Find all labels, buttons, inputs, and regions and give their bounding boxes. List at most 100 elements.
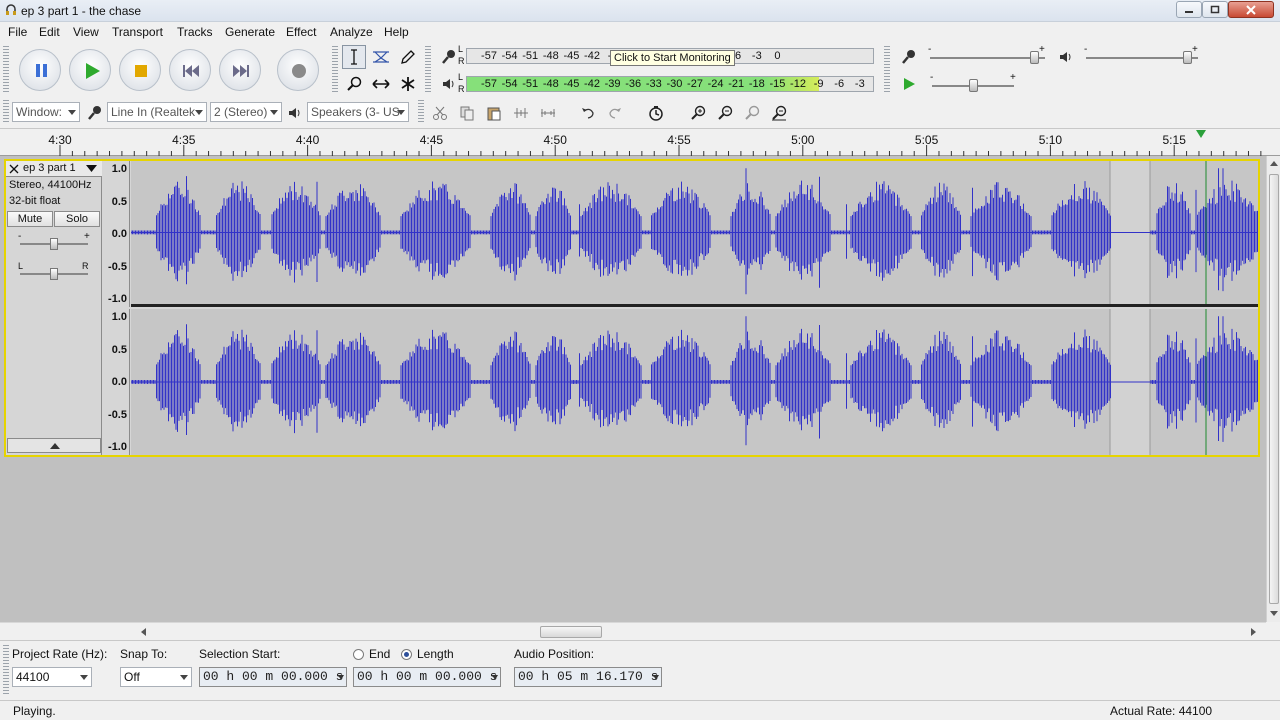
- menu-file[interactable]: File: [8, 25, 27, 39]
- scroll-down-icon[interactable]: [1270, 611, 1278, 617]
- play-button[interactable]: [69, 49, 111, 91]
- envelope-tool[interactable]: [369, 45, 393, 69]
- timeshift-tool[interactable]: [369, 72, 393, 96]
- timeline-ruler[interactable]: 4:30 4:35 4:40 4:45 4:50 4:55 5:00 5:05 5:10 5:15: [0, 128, 1280, 156]
- selection-start-field[interactable]: 00 h 00 m 00.000 s: [199, 667, 347, 687]
- skip-to-end-button[interactable]: [219, 49, 261, 91]
- selection-toolbar: Project Rate (Hz): 44100 Snap To: Off Se…: [0, 640, 1280, 700]
- toolbar-grip[interactable]: [332, 46, 338, 94]
- pause-button[interactable]: [19, 49, 61, 91]
- solo-button[interactable]: Solo: [54, 211, 100, 227]
- copy-button[interactable]: [455, 101, 479, 125]
- menu-edit[interactable]: Edit: [39, 25, 60, 39]
- selection-start-label: Selection Start:: [199, 647, 281, 661]
- input-volume-icon-button: [897, 45, 921, 69]
- meter-tick-label: -18: [748, 78, 765, 90]
- track-control-panel[interactable]: ep 3 part 1 Stereo, 44100Hz 32-bit float…: [6, 161, 102, 455]
- menu-view[interactable]: View: [73, 25, 99, 39]
- maximize-button[interactable]: [1202, 1, 1228, 18]
- selection-tool[interactable]: [342, 45, 366, 69]
- selection-start-value[interactable]: 00 h 00 m 00.000 s: [203, 669, 343, 684]
- horizontal-scroll-thumb[interactable]: [540, 626, 602, 638]
- play-at-speed-icon: [904, 78, 915, 90]
- toolbar-grip[interactable]: [425, 46, 431, 94]
- pan-slider-thumb[interactable]: [50, 268, 58, 280]
- selection-length-field[interactable]: 00 h 00 m 00.000 s: [353, 667, 501, 687]
- snap-to-select[interactable]: Off: [120, 667, 192, 687]
- close-icon[interactable]: [9, 164, 19, 174]
- audio-position-value[interactable]: 00 h 05 m 16.170 s: [518, 669, 658, 684]
- zoom-out-button[interactable]: [713, 101, 737, 125]
- input-device-select[interactable]: Line In (Realtek: [107, 102, 207, 122]
- menu-generate[interactable]: Generate: [225, 25, 275, 39]
- skip-to-start-button[interactable]: [169, 49, 211, 91]
- toolbar-grip[interactable]: [3, 645, 9, 695]
- close-button[interactable]: [1228, 1, 1274, 18]
- scroll-left-icon[interactable]: [140, 628, 146, 636]
- silence-button[interactable]: [536, 101, 560, 125]
- track-panel[interactable]: ep 3 part 1 Stereo, 44100Hz 32-bit float…: [0, 156, 1266, 622]
- project-rate-value[interactable]: 44100: [16, 670, 49, 684]
- end-radio[interactable]: [353, 649, 364, 660]
- scroll-up-icon[interactable]: [1270, 160, 1278, 166]
- fit-selection-button[interactable]: [740, 101, 764, 125]
- stop-button[interactable]: [119, 49, 161, 91]
- gain-slider-thumb[interactable]: [50, 238, 58, 250]
- cut-button[interactable]: [428, 101, 452, 125]
- waveform-left-channel[interactable]: [131, 161, 1258, 304]
- output-volume-thumb[interactable]: [1182, 51, 1192, 64]
- end-label[interactable]: End: [369, 647, 390, 661]
- input-channels-select[interactable]: 2 (Stereo): [210, 102, 282, 122]
- multi-tool[interactable]: [396, 72, 420, 96]
- undo-button[interactable]: [576, 101, 600, 125]
- toolbar-grip[interactable]: [884, 46, 890, 94]
- output-volume-slider[interactable]: [1086, 57, 1198, 59]
- playback-meter[interactable]: -57 -54 -51 -48 -45 -42 -39 -36 -33 -30 -27 -24 -21-…: [466, 76, 874, 92]
- track-name-bar[interactable]: ep 3 part 1: [6, 161, 102, 177]
- scroll-right-icon[interactable]: [1251, 628, 1257, 636]
- waveform-right-channel[interactable]: [131, 309, 1258, 455]
- trim-icon: [514, 108, 528, 118]
- redo-button[interactable]: [603, 101, 627, 125]
- close-icon: [1246, 4, 1256, 15]
- project-rate-select[interactable]: 44100: [12, 667, 92, 687]
- toolbar-grip[interactable]: [3, 100, 9, 124]
- input-volume-slider[interactable]: [930, 57, 1045, 59]
- record-button[interactable]: [277, 49, 319, 91]
- amplitude-tick-label: -1.0: [108, 441, 127, 453]
- audio-track[interactable]: ep 3 part 1 Stereo, 44100Hz 32-bit float…: [4, 159, 1260, 457]
- minimize-button[interactable]: [1176, 1, 1202, 18]
- length-label[interactable]: Length: [417, 647, 454, 661]
- gain-max-label: +: [84, 231, 90, 242]
- audio-position-field[interactable]: 00 h 05 m 16.170 s: [514, 667, 662, 687]
- length-radio[interactable]: [401, 649, 412, 660]
- play-speed-thumb[interactable]: [969, 79, 978, 92]
- collapse-track-button[interactable]: [7, 438, 101, 453]
- trim-button[interactable]: [509, 101, 533, 125]
- toolbar-grip[interactable]: [3, 46, 9, 94]
- menu-effect[interactable]: Effect: [286, 25, 316, 39]
- chevron-down-icon[interactable]: [86, 165, 97, 173]
- vertical-scrollbar[interactable]: [1266, 156, 1280, 622]
- sync-lock-button[interactable]: [644, 101, 668, 125]
- paste-button[interactable]: [482, 101, 506, 125]
- output-device-select[interactable]: Speakers (3- US: [307, 102, 409, 122]
- horizontal-scrollbar[interactable]: [0, 622, 1266, 640]
- fit-project-button[interactable]: [767, 101, 791, 125]
- timeshift-tool-icon: [372, 79, 390, 89]
- menu-analyze[interactable]: Analyze: [330, 25, 373, 39]
- menu-transport[interactable]: Transport: [112, 25, 163, 39]
- audio-host-select[interactable]: Window:: [12, 102, 80, 122]
- toolbar-grip[interactable]: [418, 100, 424, 124]
- track-name[interactable]: ep 3 part 1: [23, 161, 76, 176]
- draw-tool[interactable]: [396, 45, 420, 69]
- selection-length-value[interactable]: 00 h 00 m 00.000 s: [357, 669, 497, 684]
- play-at-speed-button[interactable]: [897, 72, 921, 96]
- input-volume-thumb[interactable]: [1029, 51, 1039, 64]
- menu-tracks[interactable]: Tracks: [177, 25, 213, 39]
- zoom-in-button[interactable]: [686, 101, 710, 125]
- zoom-tool[interactable]: [342, 72, 366, 96]
- mute-button[interactable]: Mute: [7, 211, 53, 227]
- menu-help[interactable]: Help: [384, 25, 409, 39]
- vertical-scroll-thumb[interactable]: [1269, 174, 1279, 604]
